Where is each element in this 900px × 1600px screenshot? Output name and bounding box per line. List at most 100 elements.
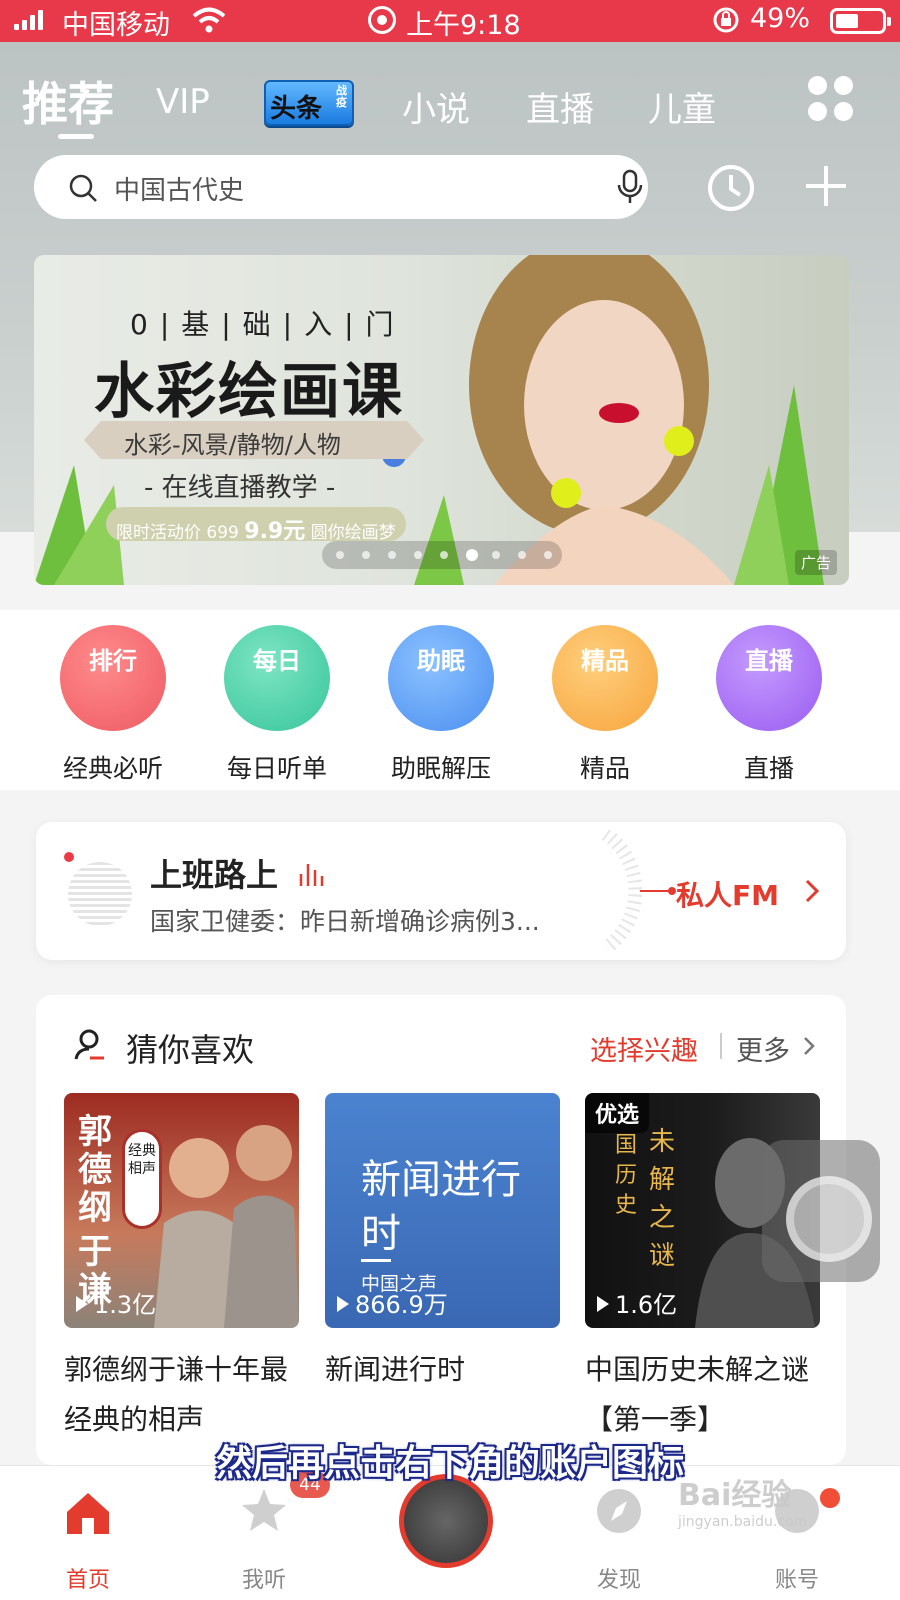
search-placeholder: 中国古代史 xyxy=(114,176,245,206)
play-icon xyxy=(337,1296,349,1312)
sleep-label: 助眠解压 xyxy=(390,754,491,783)
album-card-crosstalk[interactable]: 郭德纲 于谦 经典相声 1.3亿 xyxy=(64,1093,299,1328)
crown-icon: 精品 xyxy=(552,625,658,731)
carousel-indicator xyxy=(322,541,562,569)
cover-divider xyxy=(361,1259,391,1262)
private-fm-link[interactable]: 私人FM xyxy=(676,874,779,914)
battery-icon xyxy=(830,8,891,34)
calendar-icon: 每日 xyxy=(224,625,330,731)
new-price: 9.9元 xyxy=(244,519,306,544)
home-icon xyxy=(67,1493,109,1534)
category-sleep[interactable]: 助眠 助眠解压 xyxy=(364,625,504,795)
status-bar: 中国移动 上午9:18 49% xyxy=(0,0,900,42)
ranking-icon: 排行 xyxy=(60,625,166,731)
live-icon-text: 直播 xyxy=(745,647,793,675)
album-title[interactable]: 新闻进行时 xyxy=(325,1345,565,1395)
video-subtitle: 然后再点击右下角的账户图标 xyxy=(215,1443,684,1484)
compass-icon xyxy=(597,1489,641,1533)
star-icon xyxy=(242,1489,286,1531)
category-ranking[interactable]: 排行 经典必听 xyxy=(36,625,176,795)
promo-prefix: 限时活动价 xyxy=(116,523,201,543)
tab-live[interactable]: 直播 xyxy=(526,82,594,131)
battery-percent: 49% xyxy=(750,3,811,34)
wifi-icon xyxy=(192,7,226,33)
audio-wave-icon xyxy=(299,864,324,886)
more-link[interactable]: 更多 xyxy=(736,1029,790,1068)
tab-account-label: 账号 xyxy=(774,1568,819,1593)
tab-vip[interactable]: VIP xyxy=(156,82,210,122)
promo-suffix: 圆你绘画梦 xyxy=(310,523,396,543)
select-interest-link[interactable]: 选择兴趣 xyxy=(590,1029,698,1068)
recommendation-section: 猜你喜欢 选择兴趣 更多 郭德纲 于谦 经典相声 1.3亿 新闻进行时 中国之声… xyxy=(36,995,846,1465)
tab-headlines[interactable]: 头条 战疫 xyxy=(264,80,354,126)
category-premium[interactable]: 精品 精品 xyxy=(528,625,668,795)
category-shortcuts: 排行 经典必听 每日 每日听单 助眠 助眠解压 精品 精品 直播 直播 xyxy=(0,610,900,790)
tab-recommend[interactable]: 推荐 xyxy=(22,68,114,134)
play-count-value: 1.6亿 xyxy=(615,1291,678,1319)
play-icon xyxy=(76,1296,88,1312)
now-playing-disc-icon[interactable] xyxy=(399,1474,493,1568)
play-icon xyxy=(597,1296,609,1312)
fm-title: 上班路上 xyxy=(150,856,279,894)
history-clock-icon[interactable] xyxy=(706,163,756,213)
cover-text-2: 未解之谜 xyxy=(649,1127,676,1271)
sleep-icon-text: 助眠 xyxy=(417,647,465,675)
banner-line3: 水彩-风景/静物/人物 xyxy=(124,431,341,459)
user-heart-icon xyxy=(74,1029,104,1060)
play-count-value: 866.9万 xyxy=(355,1291,448,1319)
banner-line1: 0|基|础|入|门 xyxy=(130,308,406,341)
category-live[interactable]: 直播 直播 xyxy=(692,625,832,795)
premium-icon-text: 精品 xyxy=(581,647,629,675)
signal-icon xyxy=(14,10,43,30)
tab-home[interactable]: 首页 xyxy=(28,1466,148,1600)
tab-listen-label: 我听 xyxy=(241,1568,286,1593)
tab-discover[interactable]: 发现 xyxy=(559,1466,679,1600)
radio-disc-icon xyxy=(68,862,132,926)
screen-record-icon xyxy=(368,6,396,34)
fm-subtitle: 国家卫健委：昨日新增确诊病例3... xyxy=(150,907,540,936)
live-dot xyxy=(64,852,74,862)
tab-home-label: 首页 xyxy=(65,1568,110,1593)
chevron-right-icon xyxy=(805,879,820,903)
watermark-url: jingyan.baidu.com xyxy=(678,1514,808,1530)
clock-time: 上午9:18 xyxy=(406,10,521,41)
play-count: 866.9万 xyxy=(337,1285,448,1320)
album-title[interactable]: 郭德纲于谦十年最经典的相声 xyxy=(64,1345,304,1445)
ad-label: 广告 xyxy=(794,550,837,575)
premium-label: 精品 xyxy=(579,754,630,783)
chevron-right-icon xyxy=(804,1037,815,1055)
tab-discover-label: 发现 xyxy=(596,1568,641,1593)
cover-text-1: 郭德纲 xyxy=(78,1112,112,1228)
section-title: 猜你喜欢 xyxy=(126,1031,255,1069)
daily-icon-text: 每日 xyxy=(253,647,301,675)
category-daily[interactable]: 每日 每日听单 xyxy=(200,625,340,795)
live-label: 直播 xyxy=(743,754,794,783)
search-icon xyxy=(69,174,97,202)
featured-tag: 优选 xyxy=(585,1093,650,1133)
tab-children[interactable]: 儿童 xyxy=(648,82,716,131)
promo-banner[interactable]: 0|基|础|入|门 水彩绘画课 水彩-风景/静物/人物 - 在线直播教学 - 限… xyxy=(34,255,849,585)
ranking-icon-text: 排行 xyxy=(89,647,137,675)
top-tabs: 推荐 VIP 小说 直播 儿童 xyxy=(0,60,790,140)
daily-label: 每日听单 xyxy=(226,754,327,783)
floating-assistive-button[interactable] xyxy=(762,1140,880,1282)
rotation-lock-icon xyxy=(713,7,739,33)
banner-line4: - 在线直播教学 - xyxy=(144,473,336,503)
divider xyxy=(720,1033,722,1059)
headlines-small-badge: 战疫 xyxy=(336,84,347,109)
album-card-news[interactable]: 新闻进行时 中国之声 866.9万 xyxy=(325,1093,560,1328)
all-categories-icon[interactable] xyxy=(808,76,854,122)
cover-text-1: 国历史 xyxy=(615,1133,638,1218)
album-title[interactable]: 中国历史未解之谜【第一季】 xyxy=(585,1345,825,1445)
old-price: 699 xyxy=(206,523,239,543)
banner-title: 水彩绘画课 xyxy=(94,357,404,427)
cover-performers xyxy=(154,1125,299,1328)
search-bar[interactable]: 中国古代史 xyxy=(34,155,648,219)
ranking-label: 经典必听 xyxy=(62,754,163,783)
play-count: 1.6亿 xyxy=(597,1285,677,1320)
tab-novel[interactable]: 小说 xyxy=(402,82,470,131)
active-tab-indicator xyxy=(58,134,94,139)
microphone-icon[interactable] xyxy=(616,169,644,205)
private-fm-card[interactable]: 上班路上 国家卫健委：昨日新增确诊病例3... 私人FM xyxy=(36,822,846,960)
add-plus-icon[interactable] xyxy=(803,163,849,209)
